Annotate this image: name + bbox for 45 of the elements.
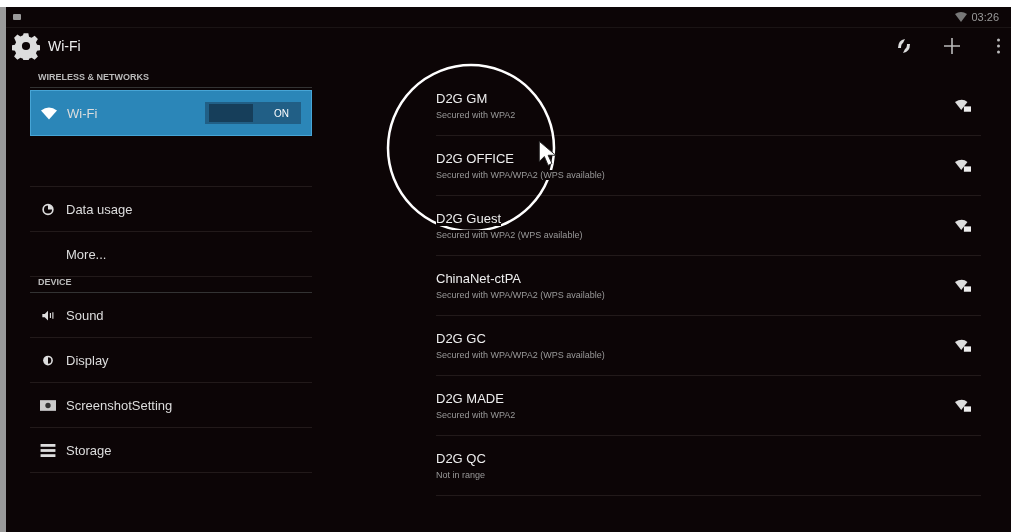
wifi-signal-icon [955, 12, 968, 22]
data-usage-icon [40, 202, 56, 216]
sidebar-item[interactable]: Sound [30, 293, 312, 338]
network-item[interactable]: D2G OFFICE Secured with WPA/WPA2 (WPS available) [436, 136, 981, 196]
network-item[interactable]: D2G QC Not in range [436, 436, 981, 496]
network-name: D2G QC [436, 451, 486, 466]
network-status: Secured with WPA/WPA2 (WPS available) [436, 170, 605, 180]
sidebar-item[interactable]: Wi-Fi ON [30, 90, 312, 136]
network-item[interactable]: ChinaNet-ctPA Secured with WPA/WPA2 (WPS available) [436, 256, 981, 316]
screen-title: Wi-Fi [48, 38, 81, 54]
network-status: Secured with WPA2 [436, 410, 516, 420]
network-status: Secured with WPA/WPA2 (WPS available) [436, 350, 605, 360]
clock-time: 03:26 [971, 11, 999, 23]
toggle-switch[interactable]: ON [205, 102, 301, 124]
network-name: ChinaNet-ctPA [436, 271, 521, 286]
settings-icon[interactable] [12, 32, 40, 60]
network-name: D2G GM [436, 91, 488, 106]
sidebar-item[interactable]: Display [30, 338, 312, 383]
network-status: Not in range [436, 470, 486, 480]
camera-icon [40, 398, 56, 412]
add-icon[interactable] [942, 36, 962, 56]
speaker-icon [40, 308, 56, 322]
network-name: D2G OFFICE [436, 151, 514, 166]
network-name: D2G Guest [436, 211, 502, 226]
section-header: DEVICE [30, 277, 312, 293]
network-name: D2G GC [436, 331, 486, 346]
wifi-icon [41, 106, 57, 120]
network-name: D2G MADE [436, 391, 504, 406]
sidebar-item[interactable]: Storage [30, 428, 312, 473]
sidebar-item[interactable]: More... [30, 232, 312, 277]
sidebar-item[interactable]: Data usage [30, 187, 312, 232]
network-item[interactable]: D2G MADE Secured with WPA2 [436, 376, 981, 436]
network-status: Secured with WPA2 (WPS available) [436, 230, 583, 240]
brightness-icon [40, 353, 56, 367]
sidebar-item[interactable]: ScreenshotSetting [30, 383, 312, 428]
section-header: WIRELESS & NETWORKS [30, 72, 312, 88]
network-status: Secured with WPA/WPA2 (WPS available) [436, 290, 605, 300]
overflow-menu-icon[interactable] [996, 36, 1001, 56]
notification-icon [12, 13, 22, 21]
storage-icon [40, 443, 56, 457]
network-item[interactable]: D2G GM Secured with WPA2 [436, 76, 981, 136]
network-status: Secured with WPA2 [436, 110, 516, 120]
network-item[interactable]: D2G GC Secured with WPA/WPA2 (WPS available) [436, 316, 981, 376]
pointer-cursor-icon [538, 140, 557, 168]
network-item[interactable]: D2G Guest Secured with WPA2 (WPS available) [436, 196, 981, 256]
